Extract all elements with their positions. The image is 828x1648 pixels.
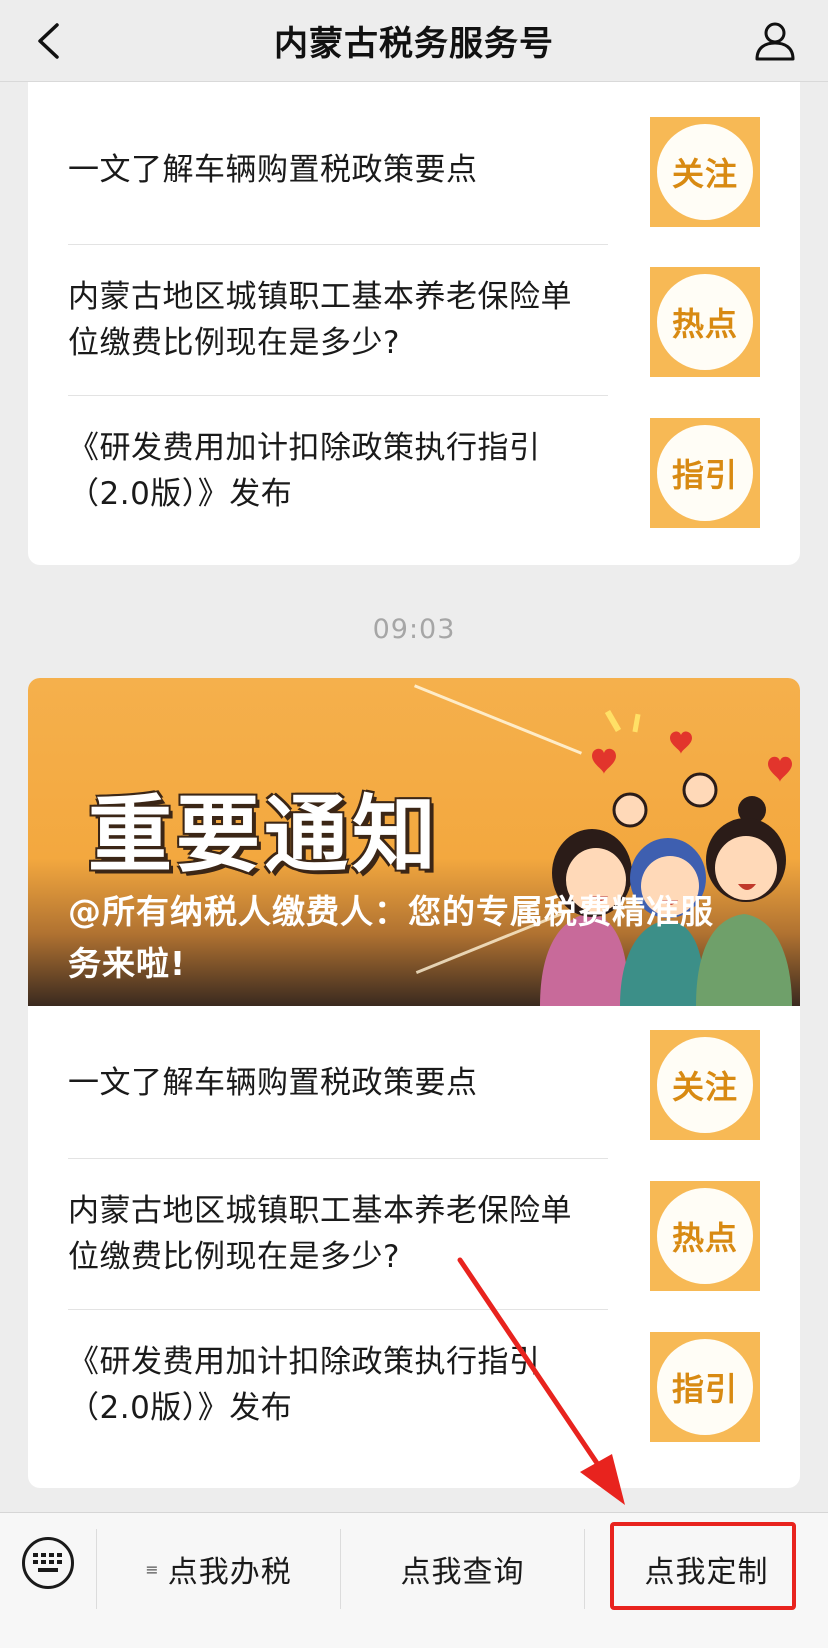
article-title: 《研发费用加计扣除政策执行指引（2.0版）》发布 bbox=[68, 1344, 541, 1426]
keyboard-icon bbox=[33, 1553, 62, 1572]
profile-button[interactable] bbox=[752, 18, 798, 64]
badge-label: 热点 bbox=[657, 1188, 753, 1284]
banner-headline: 重要通知 bbox=[88, 786, 441, 884]
article-title: 一文了解车辆购置税政策要点 bbox=[68, 1065, 478, 1101]
submenu-indicator-icon: ≡ bbox=[145, 1559, 160, 1579]
article-thumbnail: 关注 bbox=[650, 1030, 760, 1140]
article-title: 内蒙古地区城镇职工基本养老保险单位缴费比例现在是多少? bbox=[68, 1193, 572, 1275]
back-button[interactable] bbox=[28, 20, 68, 62]
menu-item-label: 点我查询 bbox=[400, 1555, 525, 1590]
article-card-2: 重要通知 @所有纳税人缴费人：您的专属税费精准服务来啦! 一文了解车辆购置税政策… bbox=[28, 678, 800, 1488]
article-thumbnail: 热点 bbox=[650, 267, 760, 377]
article-item[interactable]: 《研发费用加计扣除政策执行指引（2.0版）》发布 指引 bbox=[68, 1310, 760, 1460]
badge-label: 热点 bbox=[657, 274, 753, 370]
badge-label: 关注 bbox=[657, 1037, 753, 1133]
article-item[interactable]: 内蒙古地区城镇职工基本养老保险单位缴费比例现在是多少? 热点 bbox=[68, 1159, 760, 1309]
badge-label: 关注 bbox=[657, 124, 753, 220]
menu-item-customize[interactable]: 点我定制 bbox=[585, 1529, 828, 1609]
menu-item-handle-tax[interactable]: ≡ 点我办税 bbox=[97, 1529, 340, 1609]
article-thumbnail: 热点 bbox=[650, 1181, 760, 1291]
chevron-left-icon bbox=[38, 23, 59, 59]
menu-item-label: 点我办税 bbox=[167, 1555, 292, 1590]
article-item[interactable]: 《研发费用加计扣除政策执行指引（2.0版）》发布 指引 bbox=[68, 396, 760, 546]
bottom-menu-bar: ≡ 点我办税 点我查询 点我定制 bbox=[0, 1512, 828, 1648]
banner-caption: @所有纳税人缴费人：您的专属税费精准服务来啦! bbox=[68, 892, 714, 983]
page-title: 内蒙古税务服务号 bbox=[274, 24, 554, 64]
user-icon bbox=[755, 22, 795, 61]
message-timestamp: 09:03 bbox=[372, 614, 456, 645]
badge-label: 指引 bbox=[657, 1339, 753, 1435]
article-title: 一文了解车辆购置税政策要点 bbox=[68, 152, 478, 188]
article-item[interactable]: 一文了解车辆购置税政策要点 关注 bbox=[68, 1008, 760, 1158]
article-thumbnail: 指引 bbox=[650, 418, 760, 528]
article-title: 《研发费用加计扣除政策执行指引（2.0版）》发布 bbox=[68, 430, 541, 512]
article-thumbnail: 关注 bbox=[650, 117, 760, 227]
article-item[interactable]: 内蒙古地区城镇职工基本养老保险单位缴费比例现在是多少? 热点 bbox=[68, 245, 760, 395]
article-title: 内蒙古地区城镇职工基本养老保险单位缴费比例现在是多少? bbox=[68, 279, 572, 361]
article-thumbnail: 指引 bbox=[650, 1332, 760, 1442]
nav-bar: 内蒙古税务服务号 bbox=[0, 0, 828, 82]
keyboard-toggle-button[interactable] bbox=[22, 1537, 74, 1589]
badge-label: 指引 bbox=[657, 425, 753, 521]
menu-item-label: 点我定制 bbox=[644, 1555, 769, 1590]
article-card-1: 一文了解车辆购置税政策要点 关注 内蒙古地区城镇职工基本养老保险单位缴费比例现在… bbox=[28, 60, 800, 565]
cover-article-banner[interactable]: 重要通知 @所有纳税人缴费人：您的专属税费精准服务来啦! bbox=[28, 678, 800, 1006]
menu-item-query[interactable]: 点我查询 bbox=[341, 1529, 584, 1609]
article-item[interactable]: 一文了解车辆购置税政策要点 关注 bbox=[68, 95, 760, 245]
